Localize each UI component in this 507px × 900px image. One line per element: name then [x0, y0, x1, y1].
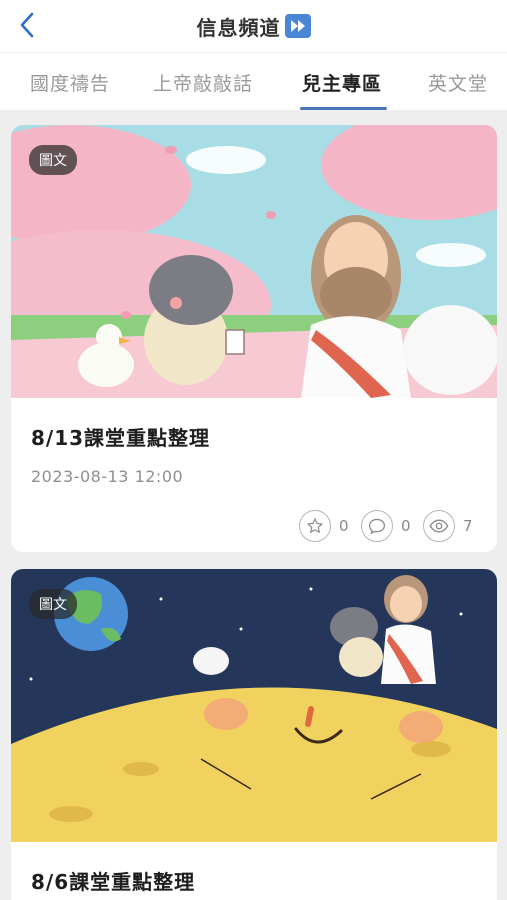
channel-tabs: 國度禱告 上帝敲敲話 兒主專區 英文堂	[0, 52, 507, 110]
jesus-moon-illustration	[11, 569, 497, 842]
post-type-badge: 圖文	[29, 589, 77, 619]
tab-kids-zone[interactable]: 兒主專區	[302, 53, 382, 110]
post-card[interactable]: 圖文 8/6課堂重點整理	[11, 569, 497, 900]
eye-icon	[423, 510, 455, 542]
tab-kingdom-prayer[interactable]: 國度禱告	[30, 53, 110, 110]
chevron-left-icon	[20, 12, 34, 38]
post-title[interactable]: 8/6課堂重點整理	[31, 866, 195, 895]
jesus-picnic-illustration	[11, 125, 497, 398]
like-count: 0	[339, 517, 349, 535]
tab-god-knocks[interactable]: 上帝敲敲話	[153, 53, 253, 110]
comment-bubble-icon[interactable]	[361, 510, 393, 542]
header-title-group: 信息頻道	[197, 12, 311, 41]
tab-english-class[interactable]: 英文堂	[428, 53, 488, 110]
post-card[interactable]: 圖文 8/13課堂重點整理 2023-08-13 12:00 0 0 7	[11, 125, 497, 552]
view-count: 7	[463, 517, 473, 535]
post-title[interactable]: 8/13課堂重點整理	[31, 422, 210, 451]
fast-forward-icon	[284, 14, 311, 38]
post-stats: 0 0 7	[299, 510, 477, 542]
comment-stat[interactable]: 0	[361, 510, 415, 542]
post-type-badge: 圖文	[29, 145, 77, 175]
post-date: 2023-08-13 12:00	[31, 467, 184, 486]
star-icon[interactable]	[299, 510, 331, 542]
back-button[interactable]	[10, 8, 44, 42]
active-tab-indicator	[300, 107, 387, 110]
app-header: 信息頻道	[0, 0, 507, 52]
like-stat[interactable]: 0	[299, 510, 353, 542]
comment-count: 0	[401, 517, 411, 535]
view-stat: 7	[423, 510, 477, 542]
page-title: 信息頻道	[196, 15, 281, 40]
post-cover-image[interactable]: 圖文	[11, 125, 497, 398]
post-cover-image[interactable]: 圖文	[11, 569, 497, 842]
